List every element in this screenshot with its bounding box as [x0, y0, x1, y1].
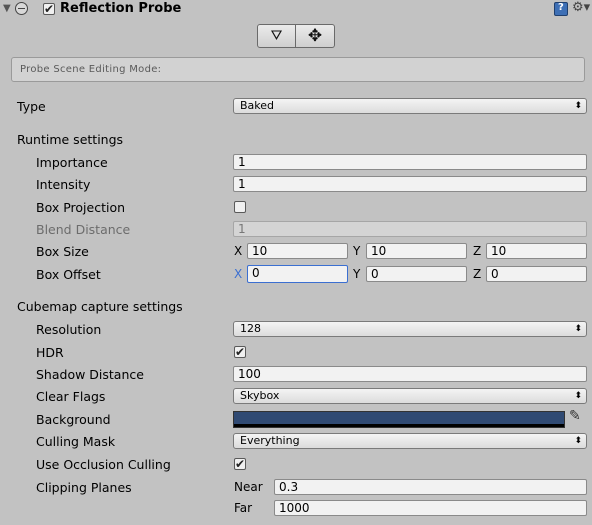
clipping-planes-label: Clipping Planes [36, 480, 132, 495]
edit-mode-toolbar: ⛛ ✥ [257, 24, 336, 48]
box-size-z-label: Z [473, 244, 482, 258]
clear-flags-value: Skybox [240, 389, 280, 402]
box-offset-z-field[interactable]: 0 [486, 266, 587, 282]
box-offset-x-label: X [234, 267, 243, 281]
background-label: Background [36, 412, 111, 427]
type-value: Baked [240, 99, 275, 112]
box-size-x-field[interactable]: 10 [247, 243, 348, 259]
intensity-label: Intensity [36, 177, 91, 192]
box-size-y-field[interactable]: 10 [366, 243, 467, 259]
move-probe-button[interactable]: ✥ [296, 24, 335, 48]
box-offset-y-label: Y [353, 267, 361, 281]
far-clip-field[interactable]: 1000 [274, 500, 587, 516]
shadow-distance-field[interactable]: 100 [233, 366, 587, 382]
help-icon[interactable] [554, 2, 568, 16]
far-label: Far [234, 501, 253, 515]
resolution-value: 128 [240, 322, 261, 335]
dropdown-arrow-icon: ⬍ [574, 436, 582, 446]
box-offset-y-field[interactable]: 0 [366, 266, 467, 282]
component-enabled-checkbox[interactable]: ✔ [43, 3, 55, 15]
culling-mask-label: Culling Mask [36, 434, 116, 449]
component-header: ▼ ✔ Reflection Probe ⚙▾ [0, 0, 592, 20]
hdr-checkbox[interactable]: ✔ [234, 346, 246, 358]
box-projection-checkbox[interactable] [234, 201, 246, 213]
box-size-label: Box Size [36, 244, 89, 259]
importance-field[interactable]: 1 [233, 154, 587, 170]
probe-scene-editing-mode-box: Probe Scene Editing Mode: [11, 57, 585, 82]
near-label: Near [234, 480, 263, 494]
box-offset-z-label: Z [473, 267, 482, 281]
box-size-x-label: X [234, 244, 243, 258]
intensity-field[interactable]: 1 [233, 176, 587, 192]
dropdown-arrow-icon: ⬍ [574, 391, 582, 401]
box-size-z-field[interactable]: 10 [486, 243, 587, 259]
occlusion-culling-label: Use Occlusion Culling [36, 457, 171, 472]
foldout-arrow-icon[interactable]: ▼ [3, 3, 11, 14]
box-offset-x-field[interactable]: 0 [247, 265, 348, 283]
edit-bounds-button[interactable]: ⛛ [257, 24, 296, 48]
runtime-settings-header: Runtime settings [17, 132, 124, 147]
box-projection-label: Box Projection [36, 200, 126, 215]
hdr-label: HDR [36, 345, 64, 360]
move-icon: ✥ [307, 26, 323, 46]
type-dropdown[interactable]: Baked ⬍ [233, 98, 587, 114]
clear-flags-label: Clear Flags [36, 389, 106, 404]
blend-distance-label: Blend Distance [36, 222, 131, 237]
gear-icon[interactable]: ⚙▾ [572, 0, 590, 15]
importance-label: Importance [36, 155, 108, 170]
culling-mask-value: Everything [240, 434, 300, 447]
reflection-probe-icon [15, 2, 28, 15]
resolution-dropdown[interactable]: 128 ⬍ [233, 321, 587, 337]
blend-distance-field: 1 [233, 221, 587, 237]
occlusion-culling-checkbox[interactable]: ✔ [234, 458, 246, 470]
box-offset-label: Box Offset [36, 267, 101, 282]
component-title: Reflection Probe [60, 1, 182, 16]
resolution-label: Resolution [36, 322, 102, 337]
shadow-distance-label: Shadow Distance [36, 367, 144, 382]
dropdown-arrow-icon: ⬍ [574, 101, 582, 111]
type-label: Type [17, 99, 46, 114]
clear-flags-dropdown[interactable]: Skybox ⬍ [233, 388, 587, 404]
near-clip-field[interactable]: 0.3 [274, 479, 587, 495]
box-size-y-label: Y [353, 244, 361, 258]
eyedropper-icon[interactable]: ✎ [569, 408, 581, 424]
edit-bounds-icon: ⛛ [270, 28, 283, 44]
background-color-field[interactable] [233, 411, 565, 428]
dropdown-arrow-icon: ⬍ [574, 324, 582, 334]
cubemap-settings-header: Cubemap capture settings [17, 299, 183, 314]
culling-mask-dropdown[interactable]: Everything ⬍ [233, 433, 587, 449]
